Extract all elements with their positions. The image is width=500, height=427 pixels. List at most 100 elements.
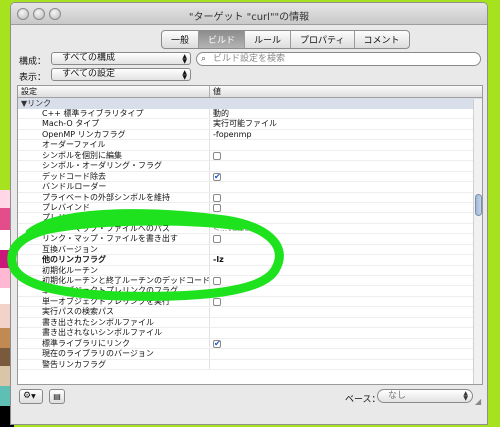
table-row[interactable]: 初期化ルーチンと終了ルーチンのデッドコードを… <box>18 276 482 287</box>
vertical-scrollbar[interactable] <box>473 99 482 384</box>
setting-name: シンボルを個別に編集 <box>18 150 210 161</box>
setting-value[interactable]: 動的▲▼ <box>210 109 482 118</box>
setting-value[interactable]: 実行可能ファイル▲▼ <box>210 119 482 128</box>
setting-value[interactable] <box>210 182 482 191</box>
setting-checkbox[interactable] <box>213 172 221 181</box>
table-row[interactable]: 初期化ルーチン <box>18 265 482 276</box>
show-documentation-button[interactable]: ▤ <box>49 389 65 404</box>
table-row[interactable]: プレリンクのライブラリ <box>18 213 482 224</box>
setting-name: オーダーファイル <box>18 140 210 150</box>
setting-checkbox[interactable] <box>213 193 221 202</box>
tab-comments[interactable]: コメント <box>355 31 409 48</box>
table-row[interactable]: Mach-O タイプ実行可能ファイル▲▼ <box>18 119 482 130</box>
setting-name: リンク・マップ・ファイルへのパス <box>18 223 210 234</box>
setting-checkbox[interactable] <box>213 235 221 244</box>
popup-arrows-icon: ▲▼ <box>463 390 468 402</box>
table-row[interactable]: 警告リンカフラグ <box>18 359 482 370</box>
table-row[interactable]: 単一オブジェクトプレリンクを実行 <box>18 296 482 308</box>
tab-properties[interactable]: プロパティ <box>291 31 355 48</box>
setting-checkbox[interactable] <box>213 203 221 212</box>
setting-value[interactable] <box>210 360 482 369</box>
resize-grip-icon[interactable]: ◢ <box>475 397 485 407</box>
table-row[interactable]: バンドルローダー <box>18 182 482 193</box>
setting-value[interactable] <box>210 172 482 181</box>
tab-general[interactable]: 一般 <box>162 31 200 48</box>
setting-checkbox[interactable] <box>213 339 221 348</box>
table-row[interactable]: リンク・マップ・ファイルを書き出す <box>18 234 482 245</box>
table-row[interactable]: シンボルを個別に編集 <box>18 150 482 162</box>
setting-checkbox[interactable] <box>213 277 221 285</box>
setting-checkbox[interactable] <box>213 297 221 306</box>
build-settings-table: 設定 値 ▼リンク C++ 標準ライブラリタイプ動的▲▼Mach-O タイプ実行… <box>17 85 483 385</box>
display-popup[interactable]: すべての設定 ▲ ▼ <box>51 68 191 81</box>
table-row[interactable]: 他のリンカフラグ -lz <box>18 255 482 266</box>
base-popup[interactable]: なし ▲ ▼ <box>377 389 473 403</box>
table-row[interactable]: オーダーファイル <box>18 140 482 151</box>
setting-value[interactable] <box>210 307 482 316</box>
table-row[interactable]: シンボル・オーダリング・フラグ <box>18 161 482 172</box>
setting-checkbox[interactable] <box>213 151 221 160</box>
setting-name: プレバインド <box>18 202 210 213</box>
setting-value[interactable] <box>210 318 482 327</box>
tab-bar: 一般 ビルド ルール プロパティ コメント <box>161 30 410 49</box>
tab-build[interactable]: ビルド <box>199 31 246 48</box>
setting-value[interactable]: -lz <box>210 255 482 264</box>
config-popup[interactable]: すべての構成 ▲ ▼ <box>51 52 191 65</box>
group-row-link[interactable]: ▼リンク <box>18 98 482 109</box>
base-label: ベース： <box>345 395 381 405</box>
table-row[interactable]: プレバインド <box>18 202 482 214</box>
setting-name: 他のリンカフラグ <box>18 255 210 265</box>
table-row[interactable]: 単一オブジェクトプレリンクのフラグ <box>18 286 482 297</box>
setting-name: シンボル・オーダリング・フラグ <box>18 161 210 171</box>
setting-value[interactable] <box>210 245 482 254</box>
setting-value[interactable] <box>210 151 482 160</box>
setting-value-text: -fopenmp <box>213 129 252 139</box>
setting-value[interactable] <box>210 161 482 170</box>
search-field[interactable]: ⌕ ビルド設定を検索 <box>196 52 481 66</box>
setting-name: 互換バージョン <box>18 244 210 255</box>
info-window: "ターゲット "curl""の情報 一般 ビルド ルール プロパティ コメント … <box>10 2 488 425</box>
table-row[interactable]: 実行パスの検索パス <box>18 307 482 318</box>
setting-value[interactable] <box>210 286 482 295</box>
table-row[interactable]: 書き出されないシンボルファイル <box>18 328 482 339</box>
column-header-setting[interactable]: 設定 <box>18 86 210 97</box>
setting-name: プライベートの外部シンボルを維持 <box>18 192 210 202</box>
setting-value[interactable] <box>210 140 482 149</box>
settings-rows: C++ 標準ライブラリタイプ動的▲▼Mach-O タイプ実行可能ファイル▲▼Op… <box>18 109 482 370</box>
setting-value[interactable] <box>210 234 482 244</box>
setting-name: リンク・マップ・ファイルを書き出す <box>18 234 210 244</box>
search-placeholder: ビルド設定を検索 <box>213 54 286 64</box>
setting-value[interactable] <box>210 276 482 285</box>
action-menu-button[interactable]: ⚙▼ <box>19 389 43 404</box>
table-row[interactable]: デッドコード除去 <box>18 171 482 183</box>
setting-name: 書き出されないシンボルファイル <box>18 328 210 338</box>
setting-name: 標準ライブラリにリンク <box>18 338 210 349</box>
table-row[interactable]: 標準ライブラリにリンク <box>18 338 482 350</box>
setting-value[interactable] <box>210 349 482 358</box>
setting-value[interactable] <box>210 297 482 306</box>
table-row[interactable]: 互換バージョン <box>18 244 482 256</box>
setting-value[interactable] <box>210 328 482 337</box>
setting-value[interactable] <box>210 339 482 348</box>
table-header: 設定 値 <box>18 86 482 98</box>
table-row[interactable]: C++ 標準ライブラリタイプ動的▲▼ <box>18 109 482 120</box>
setting-value[interactable] <box>210 193 482 202</box>
table-row[interactable]: 現在のライブラリのバージョン <box>18 349 482 360</box>
column-header-value[interactable]: 値 <box>210 86 221 97</box>
display-label: 表示： <box>19 73 47 83</box>
table-row[interactable]: OpenMP リンカフラグ -fopenmp <box>18 129 482 141</box>
setting-value[interactable]: -fopenmp <box>210 130 482 139</box>
tab-rules[interactable]: ルール <box>245 31 292 48</box>
setting-value[interactable]: <...values> <box>210 224 482 233</box>
setting-value[interactable] <box>210 266 482 275</box>
setting-value[interactable] <box>210 203 482 212</box>
setting-value-text: 動的 <box>213 109 229 118</box>
config-label: 構成： <box>19 57 47 67</box>
table-row[interactable]: リンク・マップ・ファイルへのパス <...values> <box>18 223 482 235</box>
setting-value[interactable] <box>210 213 482 222</box>
scrollbar-thumb[interactable] <box>475 194 482 216</box>
setting-name: プレリンクのライブラリ <box>18 213 210 223</box>
table-row[interactable]: 書き出されたシンボルファイル <box>18 317 482 329</box>
setting-name: デッドコード除去 <box>18 171 210 182</box>
table-row[interactable]: プライベートの外部シンボルを維持 <box>18 192 482 203</box>
